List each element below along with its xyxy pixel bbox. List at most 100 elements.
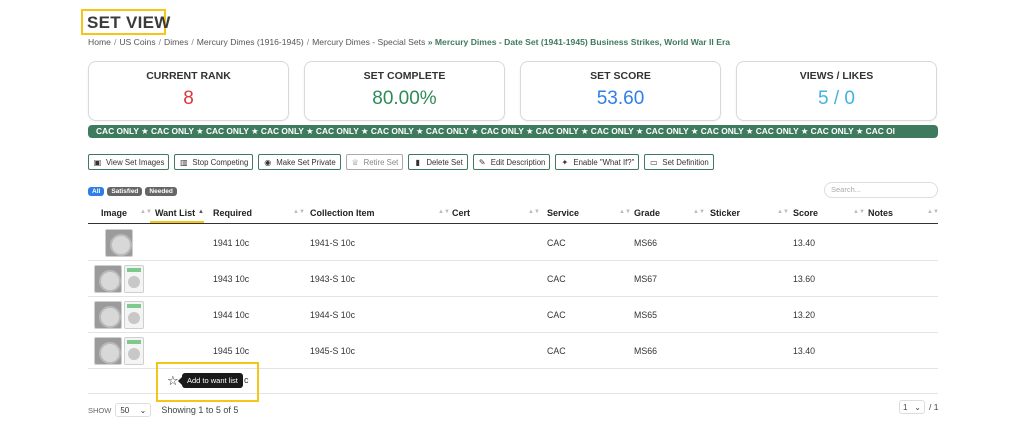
slab-image[interactable] <box>124 301 144 329</box>
cell-service: CAC <box>547 310 566 320</box>
show-label: SHOW <box>88 405 112 415</box>
stat-value: 5 / 0 <box>818 88 855 109</box>
cell-service: CAC <box>547 346 566 356</box>
view-set-images-button[interactable]: ▣ View Set Images <box>88 154 170 170</box>
table-header: Image ▲▼ Want List ▲ Required ▲▼ Collect… <box>88 204 939 224</box>
set-definition-button[interactable]: ▭ Set Definition <box>644 154 714 170</box>
sort-icon: ▲▼ <box>619 209 631 215</box>
header-cert[interactable]: Cert <box>452 208 470 218</box>
cell-collection-item[interactable]: 1941-S 10c <box>310 238 355 248</box>
set-toolbar: ▣ View Set Images ▥ Stop Competing ◉ Make S… <box>88 154 714 170</box>
sort-asc-icon: ▲ <box>198 209 204 215</box>
breadcrumb-special-sets[interactable]: Mercury Dimes - Special Sets <box>312 37 425 47</box>
want-list-highlight <box>150 221 204 223</box>
delete-set-button[interactable]: ▮ Delete Set <box>408 154 468 170</box>
chevron-down-icon: ⌄ <box>914 402 921 412</box>
cell-collection-item[interactable]: 1943-S 10c <box>310 274 355 284</box>
cac-only-banner: CAC ONLY ★ CAC ONLY ★ CAC ONLY ★ CAC ONL… <box>88 125 938 138</box>
cell-required: 1945 10c <box>213 346 250 356</box>
stat-value: 8 <box>183 88 194 109</box>
header-service[interactable]: Service <box>547 208 579 218</box>
pagination: 1 ⌄ / 1 <box>899 400 938 414</box>
stat-label: CURRENT RANK <box>146 70 231 82</box>
filter-all[interactable]: All <box>88 187 105 196</box>
edit-description-button[interactable]: ✎ Edit Description <box>472 154 551 170</box>
image-icon: ▣ <box>93 157 102 167</box>
trophy-icon: ♕ <box>351 157 359 167</box>
eye-slash-icon: ◉ <box>264 157 272 167</box>
stat-value: 80.00% <box>372 88 437 109</box>
page-title: SET VIEW <box>87 13 171 32</box>
table-row[interactable]: 1943 10c 1943-S 10c CAC MS67 13.60 <box>88 261 938 297</box>
cell-score: 13.40 <box>793 238 816 248</box>
breadcrumb-mercury-dimes[interactable]: Mercury Dimes (1916-1945) <box>197 37 304 47</box>
slab-image[interactable] <box>124 337 144 365</box>
sort-icon: ▲▼ <box>693 209 705 215</box>
stat-value: 53.60 <box>596 88 645 109</box>
edit-icon: ✎ <box>478 157 486 167</box>
showing-count: Showing 1 to 5 of 5 <box>161 405 239 415</box>
header-image[interactable]: Image <box>101 208 127 218</box>
cell-score: 13.60 <box>793 274 816 284</box>
header-required[interactable]: Required <box>213 208 252 218</box>
sparkle-icon: ✦ <box>561 157 569 167</box>
cell-grade: MS66 <box>634 238 657 248</box>
cell-score: 13.20 <box>793 310 816 320</box>
cell-score: 13.40 <box>793 346 816 356</box>
header-collection-item[interactable]: Collection Item <box>310 208 375 218</box>
coin-image[interactable] <box>105 229 133 257</box>
retire-set-button[interactable]: ♕ Retire Set <box>345 154 404 170</box>
enable-what-if-button[interactable]: ✦ Enable "What If?" <box>555 154 640 170</box>
coin-image[interactable] <box>94 337 122 365</box>
table-row[interactable]: 1941 10c 1941-S 10c CAC MS66 13.40 <box>88 225 938 261</box>
filter-pills: All Satisfied Needed <box>88 187 177 196</box>
want-list-highlight-box <box>156 362 259 402</box>
cell-required: 1944 10c <box>213 310 250 320</box>
header-sticker[interactable]: Sticker <box>710 208 740 218</box>
header-notes[interactable]: Notes <box>868 208 893 218</box>
chart-icon: ▥ <box>180 157 188 167</box>
chevron-down-icon: ⌄ <box>139 405 147 415</box>
header-grade[interactable]: Grade <box>634 208 660 218</box>
coin-image[interactable] <box>94 301 122 329</box>
header-score[interactable]: Score <box>793 208 818 218</box>
cell-required: 1943 10c <box>213 274 250 284</box>
sort-icon: ▲▼ <box>528 209 540 215</box>
stop-competing-button[interactable]: ▥ Stop Competing <box>174 154 254 170</box>
trash-icon: ▮ <box>415 157 421 167</box>
cell-grade: MS66 <box>634 346 657 356</box>
cell-collection-item[interactable]: 1944-S 10c <box>310 310 355 320</box>
sort-icon: ▲▼ <box>927 209 939 215</box>
slab-image[interactable] <box>124 265 144 293</box>
search-input[interactable]: Search... <box>824 182 938 198</box>
sort-icon: ▲▼ <box>438 209 450 215</box>
header-want-list[interactable]: Want List <box>155 208 195 218</box>
filter-needed[interactable]: Needed <box>145 187 177 196</box>
cell-service: CAC <box>547 274 566 284</box>
page-size-select[interactable]: 50 ⌄ <box>115 403 152 417</box>
sort-icon: ▲▼ <box>853 209 865 215</box>
breadcrumb-current-prefix: » <box>427 37 433 47</box>
sort-icon: ▲▼ <box>777 209 789 215</box>
coin-image[interactable] <box>94 265 122 293</box>
breadcrumb-dimes[interactable]: Dimes <box>164 37 188 47</box>
cell-collection-item[interactable]: 1945-S 10c <box>310 346 355 356</box>
sort-icon: ▲▼ <box>293 209 305 215</box>
stat-label: SET SCORE <box>590 70 651 82</box>
breadcrumb-home[interactable]: Home <box>88 37 111 47</box>
stat-label: SET COMPLETE <box>363 70 446 82</box>
sort-icon: ▲▼ <box>140 209 152 215</box>
cell-grade: MS67 <box>634 274 657 284</box>
filter-satisfied[interactable]: Satisfied <box>107 187 143 196</box>
make-set-private-button[interactable]: ◉ Make Set Private <box>258 154 341 170</box>
set-score-card: SET SCORE 53.60 <box>520 61 721 121</box>
page-size-control: SHOW 50 ⌄ Showing 1 to 5 of 5 <box>88 403 238 417</box>
cell-grade: MS65 <box>634 310 657 320</box>
current-rank-card: CURRENT RANK 8 <box>88 61 289 121</box>
stat-label: VIEWS / LIKES <box>799 70 874 82</box>
breadcrumb-us-coins[interactable]: US Coins <box>119 37 155 47</box>
breadcrumb: Home / US Coins / Dimes / Mercury Dimes (1916-… <box>88 37 731 47</box>
cell-required: 1941 10c <box>213 238 250 248</box>
table-row[interactable]: 1944 10c 1944-S 10c CAC MS65 13.20 <box>88 297 938 333</box>
page-select[interactable]: 1 ⌄ <box>899 400 925 414</box>
